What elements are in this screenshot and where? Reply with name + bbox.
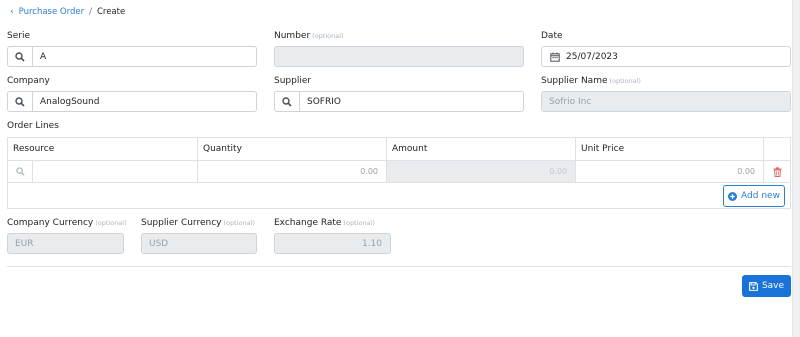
- company-currency-value: EUR: [15, 238, 34, 249]
- company-currency-label: Company Currency (optional): [7, 218, 127, 228]
- quantity-cell[interactable]: 0.00: [198, 161, 387, 183]
- supplier-currency-optional-hint: (optional): [223, 219, 255, 227]
- quantity-value: 0.00: [360, 167, 378, 176]
- serie-field[interactable]: A: [7, 46, 257, 67]
- serie-value: A: [40, 51, 47, 62]
- column-header-unit-price: Unit Price: [576, 138, 764, 161]
- unit-price-cell[interactable]: 0.00: [576, 161, 764, 183]
- supplier-currency-field[interactable]: USD: [141, 233, 257, 254]
- add-new-label: Add new: [741, 191, 780, 201]
- breadcrumb-current: Create: [96, 7, 126, 17]
- exchange-rate-field[interactable]: 1.10: [274, 233, 391, 254]
- column-header-quantity: Quantity: [198, 138, 387, 161]
- company-value: AnalogSound: [40, 96, 100, 107]
- breadcrumb-parent-link[interactable]: Purchase Order: [19, 7, 84, 17]
- divider: [7, 266, 791, 267]
- chevron-left-icon[interactable]: ‹: [10, 7, 14, 17]
- resource-cell[interactable]: [8, 161, 198, 183]
- search-icon[interactable]: [275, 92, 300, 111]
- supplier-field[interactable]: SOFRIO: [274, 91, 524, 112]
- scrollbar[interactable]: [792, 0, 800, 337]
- plus-circle-icon: [728, 191, 738, 201]
- supplier-name-label: Supplier Name (optional): [541, 76, 641, 86]
- search-icon[interactable]: [8, 161, 33, 182]
- exchange-rate-optional-hint: (optional): [343, 219, 375, 227]
- number-field[interactable]: [274, 46, 524, 67]
- number-optional-hint: (optional): [312, 32, 344, 40]
- column-header-resource: Resource: [8, 138, 198, 161]
- save-label: Save: [761, 281, 785, 291]
- calendar-icon[interactable]: [542, 52, 560, 62]
- breadcrumb: ‹ Purchase Order / Create: [10, 6, 125, 18]
- supplier-name-optional-hint: (optional): [609, 77, 641, 85]
- number-label-text: Number: [274, 31, 311, 41]
- company-currency-label-text: Company Currency: [7, 218, 94, 228]
- company-currency-field[interactable]: EUR: [7, 233, 124, 254]
- save-button[interactable]: Save: [742, 275, 791, 297]
- supplier-label: Supplier: [274, 76, 312, 86]
- supplier-name-label-text: Supplier Name: [541, 76, 608, 86]
- supplier-currency-value: USD: [149, 238, 169, 249]
- order-lines-table: Resource Quantity Amount Unit Price 0.00…: [7, 137, 791, 209]
- supplier-name-field[interactable]: Sofrio Inc: [541, 91, 791, 112]
- order-lines-title: Order Lines: [7, 121, 59, 131]
- exchange-rate-label-text: Exchange Rate: [274, 218, 342, 228]
- supplier-currency-label: Supplier Currency (optional): [141, 218, 255, 228]
- floppy-disk-icon: [749, 281, 758, 291]
- supplier-currency-label-text: Supplier Currency: [141, 218, 222, 228]
- supplier-name-value: Sofrio Inc: [549, 96, 592, 107]
- exchange-rate-value: 1.10: [361, 238, 382, 249]
- number-label: Number (optional): [274, 31, 344, 41]
- column-header-amount: Amount: [387, 138, 576, 161]
- add-new-line-button[interactable]: Add new: [723, 185, 785, 207]
- search-icon[interactable]: [8, 47, 33, 66]
- company-field[interactable]: AnalogSound: [7, 91, 257, 112]
- amount-value: 0.00: [549, 167, 567, 176]
- delete-row-button[interactable]: [764, 161, 790, 183]
- exchange-rate-label: Exchange Rate (optional): [274, 218, 375, 228]
- trash-icon[interactable]: [773, 166, 782, 177]
- date-value: 25/07/2023: [566, 51, 618, 62]
- breadcrumb-separator: /: [89, 7, 92, 17]
- supplier-value: SOFRIO: [307, 96, 341, 107]
- company-label: Company: [7, 76, 50, 86]
- date-label: Date: [541, 31, 563, 41]
- company-currency-optional-hint: (optional): [95, 219, 127, 227]
- serie-label: Serie: [7, 31, 30, 41]
- column-header-actions: [764, 138, 790, 161]
- search-icon[interactable]: [8, 92, 33, 111]
- date-field[interactable]: 25/07/2023: [541, 46, 791, 67]
- amount-cell[interactable]: 0.00: [387, 161, 576, 183]
- unit-price-value: 0.00: [737, 167, 755, 176]
